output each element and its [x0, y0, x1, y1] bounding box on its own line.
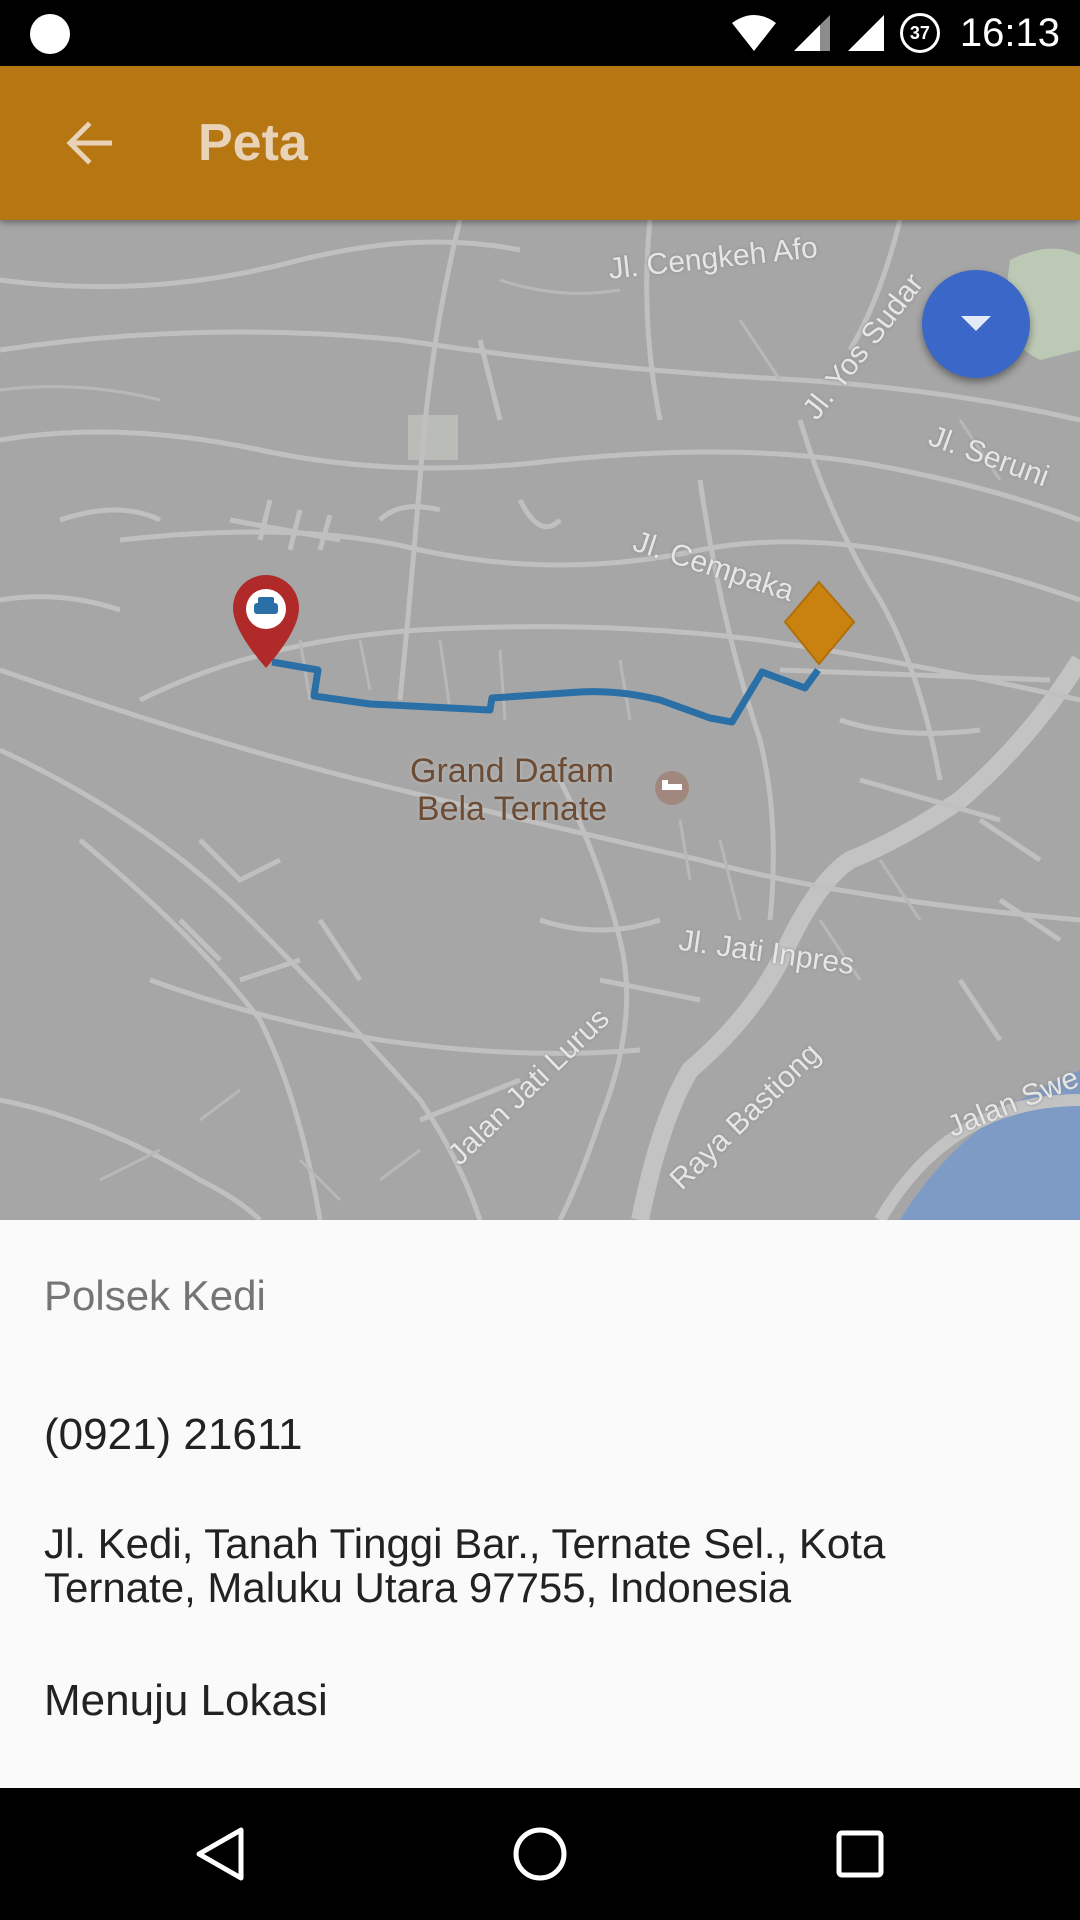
chevron-down-icon: [961, 316, 991, 331]
status-time: 16:13: [959, 10, 1060, 55]
page-title: Peta: [198, 114, 308, 172]
place-address: Jl. Kedi, Tanah Tinggi Bar., Ternate Sel…: [44, 1520, 886, 1611]
status-icons: 37 16:13: [730, 0, 1060, 66]
navigation-bar: [0, 1788, 1080, 1920]
signal-icon: [793, 15, 830, 51]
signal-icon-2: [847, 15, 884, 51]
poi-label-line2: Bela Ternate: [416, 790, 608, 828]
wifi-icon: [731, 15, 776, 51]
origin-marker-icon[interactable]: [232, 574, 300, 668]
nav-back-button[interactable]: [180, 1814, 260, 1894]
place-name: Polsek Kedi: [44, 1272, 266, 1319]
arrow-left-icon: [66, 121, 112, 165]
status-bar: 37 16:13: [0, 0, 1080, 66]
app-bar: Peta: [0, 66, 1080, 220]
map-view[interactable]: Jl. Cengkeh Afo Jl. Yos Sudar Jl. Seruni…: [0, 220, 1080, 1220]
hotel-icon: [655, 771, 689, 805]
battery-saver-icon: 37: [899, 13, 940, 53]
triangle-back-icon: [196, 1827, 244, 1881]
notification-dot-icon: [30, 14, 70, 54]
collapse-button[interactable]: [922, 270, 1030, 378]
poi-label: Grand Dafam Bela Ternate: [410, 752, 614, 828]
back-button[interactable]: [50, 108, 126, 178]
nav-recents-button[interactable]: [820, 1814, 900, 1894]
directions-button[interactable]: Menuju Lokasi: [44, 1676, 328, 1726]
square-recents-icon: [836, 1830, 884, 1878]
nav-home-button[interactable]: [500, 1814, 580, 1894]
poi-label-line1: Grand Dafam: [410, 752, 615, 790]
phone-number[interactable]: (0921) 21611: [44, 1410, 303, 1460]
circle-home-icon: [513, 1827, 567, 1881]
